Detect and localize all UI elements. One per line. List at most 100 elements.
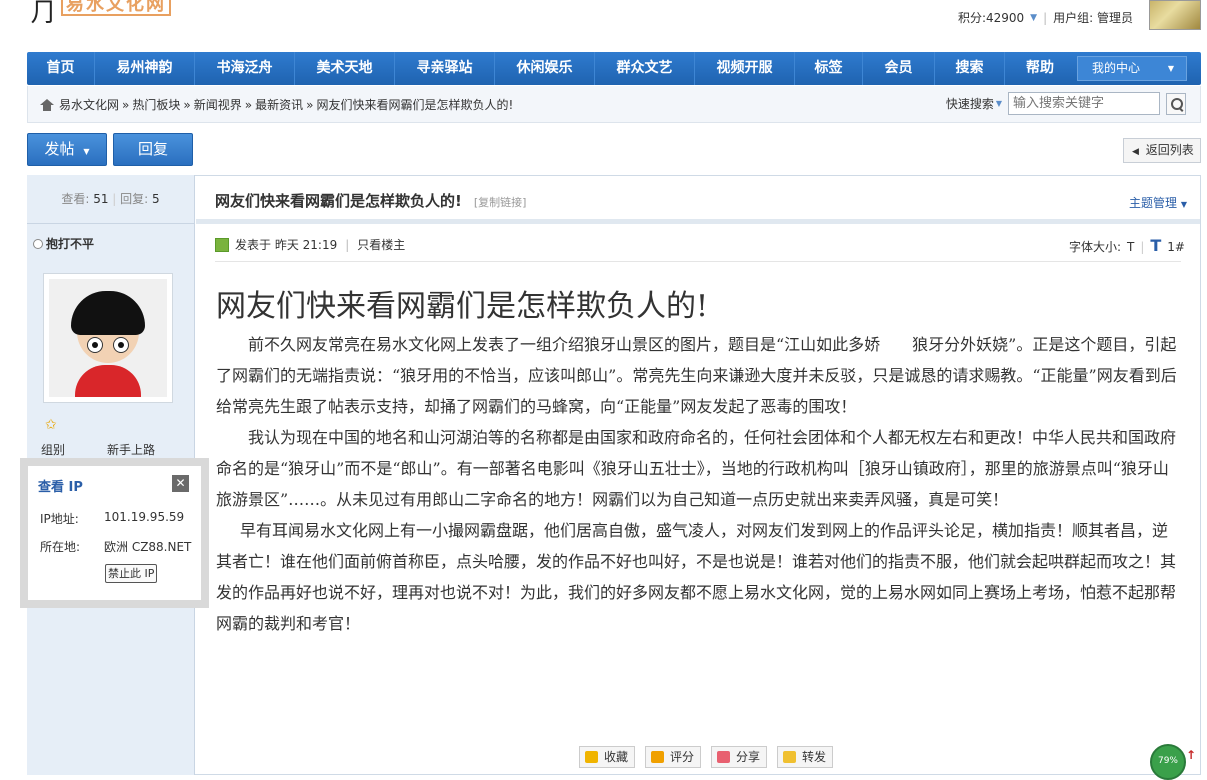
- chevron-down-icon: ▼: [1180, 200, 1187, 209]
- thread-stats: 查看: 51 | 回复: 5: [27, 175, 194, 224]
- nav-item[interactable]: 视频开服: [695, 52, 795, 85]
- nav-item[interactable]: 休闲娱乐: [495, 52, 595, 85]
- breadcrumb-sep: »: [306, 97, 314, 112]
- nav-item[interactable]: 书海泛舟: [195, 52, 295, 85]
- posted-at: 发表于 昨天 21:19: [235, 238, 338, 252]
- paragraph: 前不久网友常亮在易水文化网上发表了一组介绍狼牙山景区的图片，题目是“江山如此多娇…: [216, 335, 1177, 416]
- close-icon[interactable]: ✕: [172, 475, 189, 492]
- nav-item[interactable]: 易州神韵: [95, 52, 195, 85]
- search-icon[interactable]: [1166, 92, 1186, 115]
- views-count: 51: [93, 192, 109, 206]
- nav-item-search[interactable]: 搜索: [935, 52, 1005, 85]
- post-meta: 发表于 昨天 21:19 | 只看楼主: [215, 236, 405, 253]
- nav-item-tags[interactable]: 标签: [795, 52, 863, 85]
- divider: [215, 261, 1181, 262]
- quick-search: 快速搜索 ▼: [946, 92, 1186, 115]
- location-label: 所在地:: [40, 540, 81, 554]
- nav-item-members[interactable]: 会员: [863, 52, 935, 85]
- back-to-list-button[interactable]: ◀ 返回列表: [1123, 138, 1201, 163]
- nav-item[interactable]: 美术天地: [295, 52, 395, 85]
- location-value: 欧洲 CZ88.NET: [104, 540, 192, 554]
- copy-link[interactable]: [复制链接]: [474, 194, 527, 210]
- user-bar: 积分:42900 ▼ | 用户组: 管理员: [958, 9, 1133, 26]
- thread-title-text: 网友们快来看网霸们是怎样欺负人的!: [215, 192, 462, 210]
- user-avatar[interactable]: [1149, 0, 1201, 30]
- group-value[interactable]: 新手上路: [107, 441, 155, 458]
- share-button[interactable]: 分享: [711, 746, 768, 768]
- paragraph: 我认为现在中国的地名和山河湖泊等的名称都是由国家和政府命名的，任何社会团体和个人…: [216, 428, 1177, 509]
- group-label: 组别: [41, 443, 66, 457]
- ban-ip-button[interactable]: 禁止此 IP: [105, 564, 158, 583]
- forward-button[interactable]: 转发: [777, 746, 834, 768]
- offline-status-icon: [33, 238, 43, 249]
- breadcrumb-current[interactable]: 网友们快来看网霸们是怎样欺负人的!: [316, 96, 513, 113]
- site-logo[interactable]: ⺆ 易水文化网: [28, 0, 228, 32]
- my-center-label: 我的中心: [1092, 61, 1141, 75]
- font-size-label: 字体大小:: [1068, 240, 1121, 254]
- favorite-button[interactable]: 收藏: [579, 746, 636, 768]
- replies-count: 5: [152, 192, 160, 206]
- divider: |: [1140, 240, 1145, 254]
- user-group[interactable]: 用户组: 管理员: [1053, 9, 1133, 26]
- chevron-down-icon[interactable]: ▼: [1030, 13, 1037, 23]
- main-nav: 首页 易州神韵 书海泛舟 美术天地 寻亲驿站 休闲娱乐 群众文艺 视频开服 标签…: [27, 52, 1201, 85]
- breadcrumb-sep: »: [244, 97, 253, 112]
- replies-label: 回复:: [120, 192, 149, 206]
- chevron-down-icon: ▼: [1167, 64, 1174, 73]
- topic-manage-label: 主题管理: [1129, 196, 1178, 210]
- speed-ring[interactable]: 79%: [1150, 744, 1186, 780]
- arrow-up-icon: ↑: [1186, 748, 1197, 762]
- breadcrumb-bar: 易水文化网 » 热门板块 » 新闻视界 » 最新资讯 » 网友们快来看网霸们是怎…: [27, 86, 1201, 123]
- reply-button[interactable]: 回复: [113, 133, 193, 166]
- breadcrumb-sep: »: [183, 97, 191, 112]
- divider: |: [345, 237, 350, 252]
- location-row: 所在地: 欧洲 CZ88.NET: [40, 538, 191, 555]
- post-content: 前不久网友常亮在易水文化网上发表了一组介绍狼牙山景区的图片，题目是“江山如此多娇…: [216, 329, 1180, 639]
- nav-item-help[interactable]: 帮助: [1005, 52, 1075, 85]
- font-large-button[interactable]: T: [1150, 236, 1161, 255]
- nav-item-home[interactable]: 首页: [27, 52, 95, 85]
- new-post-button[interactable]: 发帖 ▼: [27, 133, 107, 166]
- chevron-down-icon[interactable]: ▼: [996, 99, 1002, 108]
- view-ip-popup: 查看 IP ✕ IP地址: 101.19.95.59 所在地: 欧洲 CZ88.…: [20, 458, 209, 608]
- online-user-icon: [215, 237, 229, 252]
- quick-search-label[interactable]: 快速搜索: [946, 95, 994, 112]
- home-icon[interactable]: [40, 98, 54, 111]
- ip-value: 101.19.95.59: [104, 510, 185, 524]
- author-name-label: 抱打不平: [46, 237, 95, 251]
- new-post-label: 发帖: [44, 140, 75, 158]
- author-only-link[interactable]: 只看楼主: [357, 236, 405, 253]
- floor-number[interactable]: 1#: [1167, 240, 1185, 254]
- nav-item[interactable]: 群众文艺: [595, 52, 695, 85]
- logo-bird-icon: ⺆: [30, 0, 57, 28]
- logo-text: 易水文化网: [61, 0, 171, 16]
- views-label: 查看:: [61, 192, 90, 206]
- star-icon: ✩: [45, 417, 57, 433]
- divider: |: [1043, 10, 1048, 25]
- back-to-list-label: 返回列表: [1145, 143, 1194, 157]
- search-input[interactable]: [1008, 92, 1160, 115]
- topic-manage-menu[interactable]: 主题管理 ▼: [1129, 194, 1187, 211]
- paragraph: 早有耳闻易水文化网上有一小撮网霸盘踞，他们居高自傲，盛气凌人，对网友们发到网上的…: [216, 521, 1177, 633]
- breadcrumb-item[interactable]: 最新资讯: [255, 96, 303, 113]
- post-heading: 网友们快来看网霸们是怎样欺负人的!: [216, 289, 709, 324]
- breadcrumb-item[interactable]: 新闻视界: [194, 96, 242, 113]
- rate-button[interactable]: 评分: [645, 746, 702, 768]
- font-small-button[interactable]: T: [1127, 240, 1134, 254]
- breadcrumb-sep: »: [122, 97, 130, 112]
- breadcrumb-item[interactable]: 热门板块: [132, 96, 180, 113]
- points[interactable]: 积分:42900: [958, 9, 1024, 26]
- popup-title: 查看 IP: [38, 480, 83, 495]
- ip-label: IP地址:: [40, 512, 79, 526]
- author-group: 组别 新手上路: [41, 441, 155, 458]
- my-center-button[interactable]: 我的中心 ▼: [1077, 56, 1187, 81]
- ip-row: IP地址: 101.19.95.59: [40, 510, 184, 527]
- author-name[interactable]: 抱打不平: [33, 235, 94, 252]
- chevron-left-icon: ◀: [1132, 147, 1139, 157]
- breadcrumb-item[interactable]: 易水文化网: [59, 96, 119, 113]
- nav-item[interactable]: 寻亲驿站: [395, 52, 495, 85]
- font-size-control: 字体大小: T | T 1#: [1069, 236, 1185, 255]
- thread-title: 网友们快来看网霸们是怎样欺负人的! [复制链接]: [215, 190, 526, 211]
- divider: [196, 219, 1200, 224]
- author-avatar[interactable]: [43, 273, 173, 403]
